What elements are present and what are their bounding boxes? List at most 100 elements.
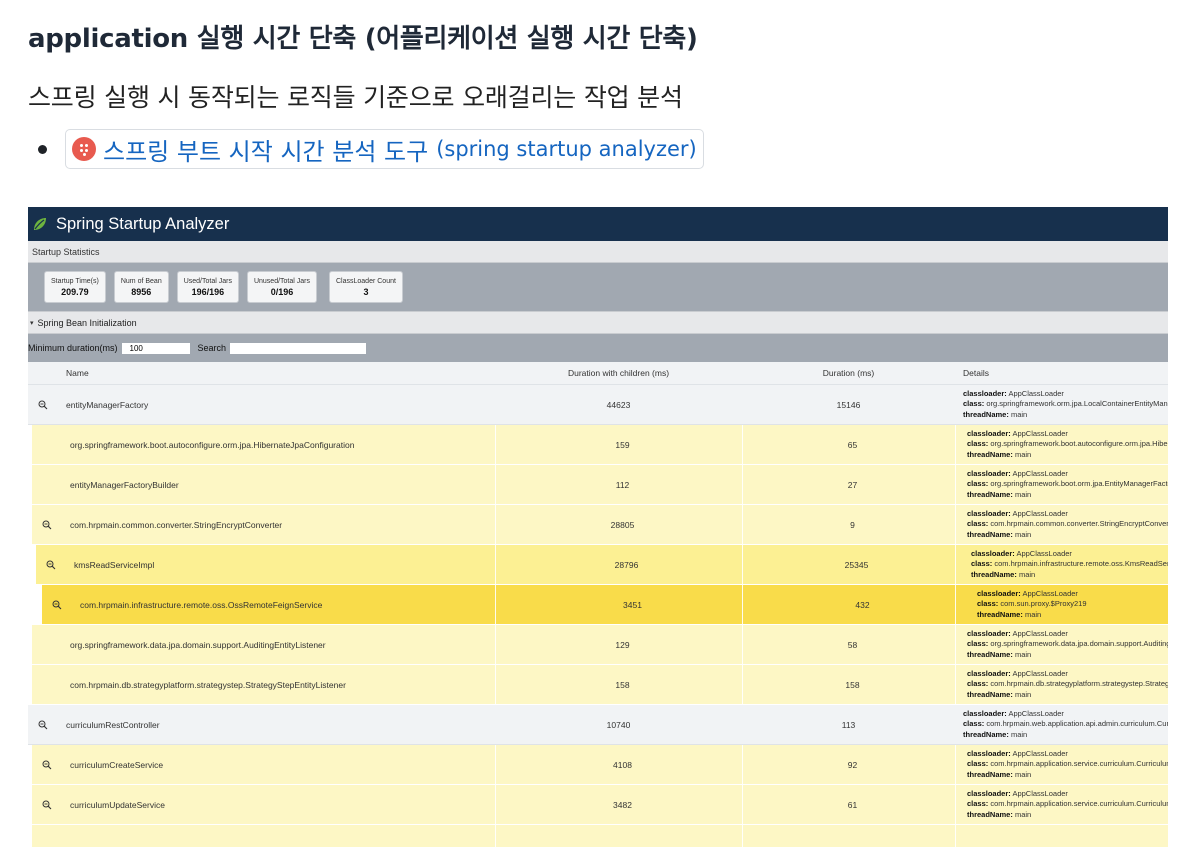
duration-value: 158 [845, 679, 860, 690]
app-title: Spring Startup Analyzer [56, 214, 230, 233]
detail-key: class: [967, 799, 989, 809]
detail-thread: threadName: main [967, 530, 1168, 541]
stat-value: 8956 [131, 286, 152, 297]
expand-cell [32, 520, 62, 530]
detail-value: main [1014, 769, 1032, 779]
bean-name: com.hrpmain.db.strategyplatform.strategy… [70, 679, 346, 690]
table-row[interactable]: com.hrpmain.infrastructure.remote.oss.Os… [42, 585, 1168, 625]
detail-value: org.springframework.boot.orm.jpa.EntityM… [990, 479, 1168, 489]
table-row[interactable]: entityManagerFactory 44623 15146 classloade… [28, 385, 1168, 425]
expand-cell [28, 720, 58, 730]
detail-classloader: classloader: AppClassLoader [977, 589, 1168, 600]
table-row[interactable]: com.hrpmain.db.strategyplatform.strategy… [32, 665, 1168, 705]
detail-key: threadName: [963, 729, 1009, 739]
detail-value: main [1014, 809, 1032, 819]
bean-name: curriculumRestController [66, 719, 160, 730]
expand-cell [32, 760, 62, 770]
detail-key: class: [967, 639, 989, 649]
detail-value: AppClassLoader [1012, 668, 1068, 678]
col-duration[interactable]: Duration (ms) [742, 368, 955, 378]
zoom-in-icon[interactable] [52, 600, 62, 610]
detail-key: threadName: [967, 769, 1013, 779]
detail-thread: threadName: main [977, 610, 1168, 621]
zoom-in-icon[interactable] [42, 520, 52, 530]
stat-num-bean: Num of Bean 8956 [113, 271, 169, 303]
table-row[interactable]: kmsReadServiceImpl 28796 25345 classloader:… [36, 545, 1168, 585]
detail-key: threadName: [971, 569, 1017, 579]
details-cell: classloader: AppClassLoader class: com.hr… [963, 549, 1168, 581]
duration-value: 25345 [844, 559, 869, 570]
detail-thread: threadName: main [963, 410, 1168, 421]
detail-key: classloader: [967, 668, 1011, 678]
details-cell: classloader: AppClassLoader class: org.sp… [955, 389, 1168, 421]
detail-thread: threadName: main [967, 690, 1168, 701]
detail-value: com.hrpmain.application.service.curricul… [990, 799, 1168, 809]
detail-classloader: classloader: AppClassLoader [967, 669, 1168, 680]
table-row[interactable]: com.hrpmain.common.converter.StringEncry… [32, 505, 1168, 545]
stat-startup-time: Startup Time(s) 209.79 [44, 271, 106, 303]
search-input[interactable] [230, 342, 367, 354]
detail-value: main [1014, 529, 1032, 539]
col-name[interactable]: Name [58, 368, 495, 378]
stats-panel: Startup Time(s) 209.79 Num of Bean 8956 … [28, 263, 1168, 311]
detail-class: class: org.springframework.orm.jpa.Local… [963, 399, 1168, 410]
stat-classloader-count: ClassLoader Count 3 [329, 271, 403, 303]
bean-name: org.springframework.data.jpa.domain.supp… [70, 639, 326, 650]
table-row[interactable] [32, 825, 1168, 847]
detail-key: threadName: [967, 489, 1013, 499]
col-duration-with-children[interactable]: Duration with children (ms) [495, 368, 742, 378]
duration-with-children-value: 28796 [614, 559, 639, 570]
detail-key: threadName: [967, 449, 1013, 459]
detail-key: classloader: [967, 788, 1011, 798]
zoom-in-icon[interactable] [38, 720, 48, 730]
table-row[interactable]: org.springframework.boot.autoconfigure.o… [32, 425, 1168, 465]
table-row[interactable]: curriculumRestController 10740 113 classloa… [28, 705, 1168, 745]
min-duration-input[interactable] [121, 342, 190, 354]
detail-value: AppClassLoader [1022, 588, 1078, 598]
detail-key: class: [967, 519, 989, 529]
zoom-in-icon[interactable] [38, 400, 48, 410]
detail-value: com.hrpmain.db.strategyplatform.strategy… [990, 679, 1168, 689]
bean-name: com.hrpmain.infrastructure.remote.oss.Os… [80, 599, 323, 610]
table-row[interactable]: curriculumCreateService 4108 92 classloader… [32, 745, 1168, 785]
detail-key: class: [963, 719, 985, 729]
detail-value: com.hrpmain.web.application.api.admin.cu… [986, 719, 1168, 729]
detail-thread: threadName: main [967, 450, 1168, 461]
details-cell: classloader: AppClassLoader class: com.hr… [959, 749, 1168, 781]
detail-key: class: [967, 479, 989, 489]
detail-value: AppClassLoader [1008, 708, 1064, 718]
stat-label: Unused/Total Jars [253, 277, 310, 285]
details-cell: classloader: AppClassLoader class: org.sp… [959, 429, 1168, 461]
table-row[interactable]: org.springframework.data.jpa.domain.supp… [32, 625, 1168, 665]
detail-value: AppClassLoader [1012, 508, 1068, 518]
stats-section-title: Startup Statistics [32, 246, 100, 257]
zoom-in-icon[interactable] [42, 800, 52, 810]
table-row[interactable]: entityManagerFactoryBuilder 112 27 classloa… [32, 465, 1168, 505]
table-row[interactable]: curriculumUpdateService 3482 61 classloader… [32, 785, 1168, 825]
detail-value: org.springframework.boot.autoconfigure.o… [990, 439, 1168, 449]
stats-section-header[interactable]: Startup Statistics [28, 241, 1168, 263]
detail-value: AppClassLoader [1008, 388, 1064, 398]
col-details[interactable]: Details [955, 368, 1168, 379]
zoom-in-icon[interactable] [46, 560, 56, 570]
duration-value: 432 [855, 599, 870, 610]
detail-value: main [1024, 609, 1042, 619]
analyzer-link[interactable]: 스프링 부트 시작 시간 분석 도구 (spring startup analy… [65, 129, 704, 169]
detail-classloader: classloader: AppClassLoader [967, 749, 1168, 760]
duration-with-children-value: 3451 [623, 599, 642, 610]
detail-thread: threadName: main [967, 770, 1168, 781]
detail-class: class: com.hrpmain.db.strategyplatform.s… [967, 679, 1168, 690]
detail-classloader: classloader: AppClassLoader [967, 469, 1168, 480]
detail-value: com.hrpmain.application.service.curricul… [990, 759, 1168, 769]
bean-section-header[interactable]: ▾ Spring Bean Initialization [28, 311, 1168, 334]
bean-name: org.springframework.boot.autoconfigure.o… [70, 439, 355, 450]
duration-with-children-value: 3482 [613, 799, 632, 810]
detail-key: threadName: [977, 609, 1023, 619]
duration-with-children-value: 159 [615, 439, 630, 450]
app-header: Spring Startup Analyzer [28, 207, 1168, 241]
detail-classloader: classloader: AppClassLoader [971, 549, 1168, 560]
detail-class: class: com.hrpmain.web.application.api.a… [963, 719, 1168, 730]
link-title: 스프링 부트 시작 시간 분석 도구 [103, 137, 429, 166]
zoom-in-icon[interactable] [42, 760, 52, 770]
detail-key: classloader: [971, 548, 1015, 558]
